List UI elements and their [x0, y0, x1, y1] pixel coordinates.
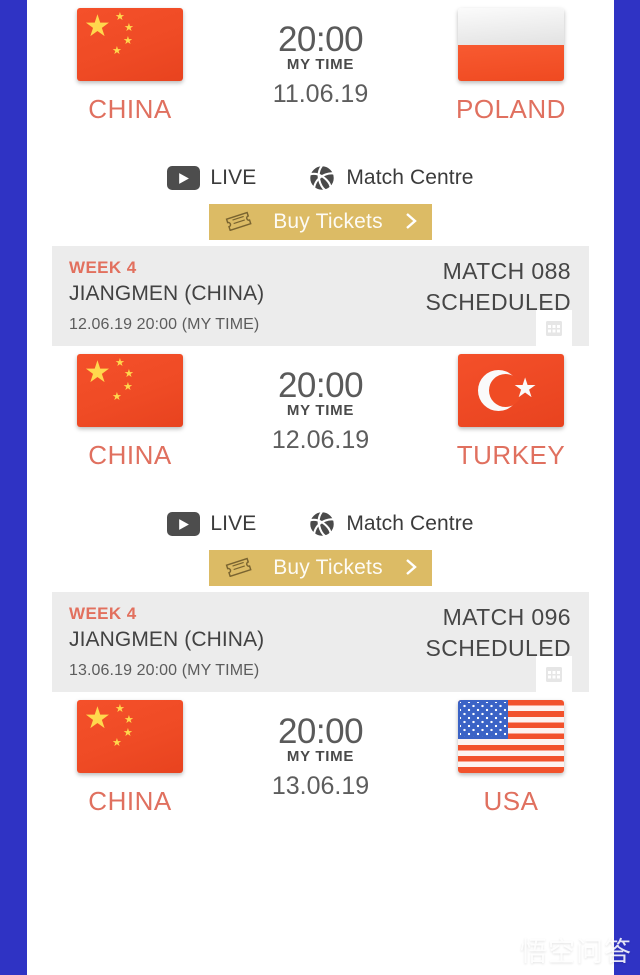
star-glyph: ★	[513, 373, 538, 403]
buy-tickets-label: Buy Tickets	[273, 556, 383, 579]
match-date: 11.06.19	[272, 79, 369, 108]
action-links: LIVE Match Centre	[27, 160, 614, 196]
star-glyph: ★	[123, 727, 133, 739]
match-time: 20:00	[277, 366, 364, 405]
team-name: CHINA	[88, 94, 172, 124]
ticket-icon	[225, 557, 252, 580]
home-team[interactable]: ★ ★ ★ ★ ★ CHINA	[45, 354, 215, 471]
chevron-right-icon	[404, 211, 418, 234]
tickets-row: Buy Tickets	[27, 204, 614, 240]
home-team[interactable]: ★ ★ ★ ★ ★ CHINA	[45, 700, 215, 817]
flag-canton	[458, 700, 508, 740]
ticket-icon	[225, 211, 252, 234]
calendar-icon[interactable]	[536, 656, 572, 692]
match-time: 20:00	[277, 20, 364, 59]
match-time-block: 20:00 MY TIME 13.06.19	[221, 700, 421, 801]
venue-label: JIANGMEN (CHINA)	[69, 282, 265, 305]
play-icon	[167, 512, 201, 536]
star-glyph: ★	[124, 368, 134, 380]
match-row: ★ ★ ★ ★ ★ CHINA 20:00 MY TIME 12.06.19 ★…	[27, 346, 614, 506]
match-info-band[interactable]: WEEK 4 JIANGMEN (CHINA) 13.06.19 20:00 (…	[52, 592, 589, 692]
home-team[interactable]: ★ ★ ★ ★ ★ CHINA	[45, 8, 215, 125]
match-date: 13.06.19	[271, 771, 370, 800]
star-glyph: ★	[112, 45, 122, 57]
flag-band-red	[458, 44, 564, 81]
match-centre-label: Match Centre	[346, 166, 474, 189]
match-row: ★ ★ ★ ★ ★ CHINA 20:00 MY TIME 13.06.19 U…	[27, 692, 614, 852]
play-icon	[167, 166, 201, 190]
china-flag: ★ ★ ★ ★ ★	[77, 354, 183, 427]
china-flag: ★ ★ ★ ★ ★	[77, 700, 183, 773]
match-row: ★ ★ ★ ★ ★ CHINA 20:00 MY TIME 11.06.19 P…	[27, 0, 614, 160]
action-links: LIVE Match Centre	[27, 506, 614, 542]
match-info-band[interactable]: WEEK 4 JIANGMEN (CHINA) 12.06.19 20:00 (…	[52, 246, 589, 346]
tickets-row: Buy Tickets	[27, 550, 614, 586]
turkey-flag: ★	[458, 354, 564, 427]
team-name: POLAND	[456, 94, 566, 124]
star-glyph: ★	[123, 35, 133, 47]
datetime-label: 12.06.19 20:00 (MY TIME)	[69, 316, 260, 333]
match-centre-label: Match Centre	[346, 512, 474, 535]
venue-label: JIANGMEN (CHINA)	[69, 628, 265, 651]
china-flag: ★ ★ ★ ★ ★	[77, 8, 183, 81]
match-time-block: 20:00 MY TIME 11.06.19	[221, 8, 421, 109]
buy-tickets-button[interactable]: Buy Tickets	[209, 550, 432, 586]
match-time: 20:00	[277, 712, 364, 751]
team-name: CHINA	[88, 786, 172, 816]
calendar-icon[interactable]	[536, 310, 572, 346]
live-button[interactable]: LIVE	[167, 166, 256, 190]
flag-band-white	[458, 8, 564, 45]
star-glyph: ★	[112, 737, 122, 749]
star-glyph: ★	[124, 22, 134, 34]
match-number: MATCH 088	[442, 258, 571, 284]
screen-root: ★ ★ ★ ★ ★ CHINA 20:00 MY TIME 11.06.19 P…	[0, 0, 640, 975]
match-centre-button[interactable]: Match Centre	[308, 510, 473, 538]
datetime-label: 13.06.19 20:00 (MY TIME)	[69, 662, 260, 679]
team-name: TURKEY	[456, 440, 566, 470]
team-name: CHINA	[88, 440, 172, 470]
match-number: MATCH 096	[442, 604, 571, 630]
info-left: WEEK 4 JIANGMEN (CHINA) 13.06.19 20:00 (…	[69, 604, 264, 680]
info-right: MATCH 088 SCHEDULED	[426, 258, 571, 316]
star-glyph: ★	[124, 714, 134, 726]
match-date: 12.06.19	[271, 425, 370, 454]
star-glyph: ★	[84, 702, 111, 735]
live-label: LIVE	[210, 512, 257, 535]
match-time-block: 20:00 MY TIME 12.06.19	[221, 354, 421, 455]
time-zone-label: MY TIME	[286, 55, 355, 73]
time-zone-label: MY TIME	[286, 747, 355, 765]
away-team[interactable]: POLAND	[426, 8, 596, 125]
week-label: WEEK 4	[69, 258, 137, 277]
week-label: WEEK 4	[69, 604, 137, 623]
match-actions: LIVE Match Centre Buy Tickets	[27, 506, 614, 592]
star-glyph: ★	[123, 381, 133, 393]
fixtures-page: ★ ★ ★ ★ ★ CHINA 20:00 MY TIME 11.06.19 P…	[27, 0, 614, 975]
match-centre-button[interactable]: Match Centre	[308, 164, 473, 192]
match-actions: LIVE Match Centre Buy Tickets	[27, 160, 614, 246]
star-glyph: ★	[84, 356, 111, 389]
volleyball-icon	[308, 510, 336, 538]
usa-flag	[458, 700, 564, 773]
star-glyph: ★	[112, 391, 122, 403]
info-left: WEEK 4 JIANGMEN (CHINA) 12.06.19 20:00 (…	[69, 258, 264, 334]
info-right: MATCH 096 SCHEDULED	[426, 604, 571, 662]
buy-tickets-button[interactable]: Buy Tickets	[209, 204, 432, 240]
away-team[interactable]: USA	[426, 700, 596, 817]
star-glyph: ★	[84, 10, 111, 43]
live-label: LIVE	[210, 166, 257, 189]
live-button[interactable]: LIVE	[167, 512, 256, 536]
volleyball-icon	[308, 164, 336, 192]
team-name: USA	[483, 786, 539, 816]
away-team[interactable]: ★ TURKEY	[426, 354, 596, 471]
chevron-right-icon	[404, 557, 418, 580]
buy-tickets-label: Buy Tickets	[273, 210, 383, 233]
poland-flag	[458, 8, 564, 81]
time-zone-label: MY TIME	[286, 401, 355, 419]
